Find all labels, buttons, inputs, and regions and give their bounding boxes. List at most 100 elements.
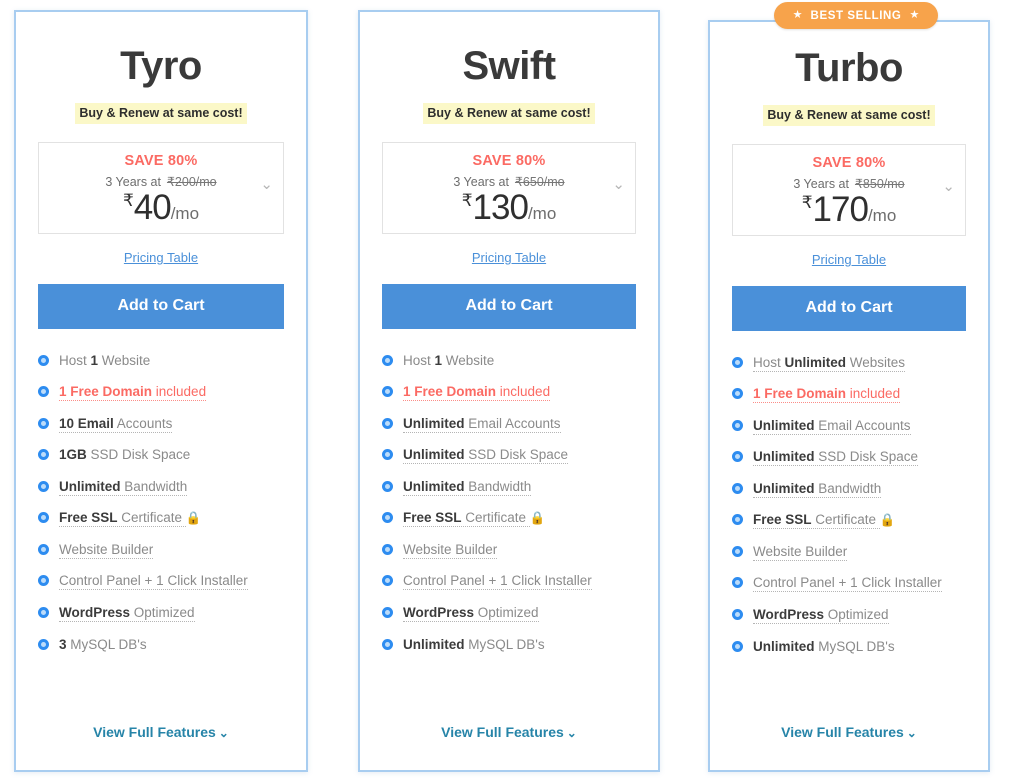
feature-item: Host Unlimited Websites — [732, 354, 966, 372]
chevron-down-icon: ⌄ — [906, 726, 917, 740]
price-box[interactable]: SAVE 80% 3 Years at ₹650/mo ₹130/mo ⌄ — [382, 141, 636, 234]
tagline-wrap: Buy & Renew at same cost! — [38, 103, 284, 124]
feature-item: Website Builder — [38, 541, 284, 559]
feature-label: Unlimited Email Accounts — [403, 415, 636, 433]
tagline-wrap: Buy & Renew at same cost! — [382, 103, 636, 124]
feature-item: Unlimited Bandwidth — [732, 480, 966, 498]
old-price: ₹850/mo — [854, 176, 905, 191]
price-amount: 170 — [812, 189, 869, 229]
feature-item: 3 MySQL DB's — [38, 637, 284, 653]
view-full-features-link[interactable]: View Full Features ⌄ — [360, 724, 658, 740]
feature-item: 10 Email Accounts — [38, 415, 284, 433]
feature-text: 1 Free Domain included — [753, 386, 901, 404]
feature-highlight: Unlimited — [403, 636, 465, 652]
feature-item: Unlimited SSD Disk Space — [382, 447, 636, 465]
view-full-features-link[interactable]: View Full Features ⌄ — [16, 724, 306, 740]
pricing-link-wrap: Pricing Table — [382, 249, 636, 267]
term-prefix: 3 Years at — [105, 174, 161, 189]
feature-list: Host 1 Website 1 Free Domain included Unli… — [382, 353, 636, 652]
pricing-table-link[interactable]: Pricing Table — [124, 250, 198, 265]
feature-highlight: Unlimited — [403, 478, 465, 494]
bullet-icon — [732, 451, 743, 463]
feature-text: Unlimited Bandwidth — [753, 480, 882, 498]
best-selling-label: BEST SELLING — [810, 9, 902, 22]
current-price: ₹130/mo — [383, 190, 635, 225]
bullet-icon — [732, 388, 743, 400]
bullet-icon — [38, 512, 49, 524]
feature-text: Host 1 Website — [59, 352, 151, 368]
price-box[interactable]: SAVE 80% 3 Years at ₹850/mo ₹170/mo ⌄ — [732, 143, 966, 236]
bullet-icon — [382, 543, 393, 555]
price-period: /mo — [867, 205, 897, 225]
feature-item: Free SSL Certificate 🔒 — [38, 510, 284, 528]
feature-label: Host 1 Website — [403, 353, 636, 369]
feature-highlight: Unlimited — [403, 447, 465, 463]
feature-text: Free SSL Certificate — [753, 512, 880, 530]
old-price: ₹200/mo — [166, 174, 217, 189]
feature-item: Unlimited Bandwidth — [38, 478, 284, 496]
plan-title: Tyro — [120, 44, 202, 88]
feature-text: 1GB SSD Disk Space — [59, 447, 191, 463]
feature-label: WordPress Optimized — [753, 607, 966, 624]
view-full-features-link[interactable]: View Full Features ⌄ — [710, 724, 988, 740]
feature-highlight: 1 Free Domain — [403, 384, 497, 400]
plan-tagline: Buy & Renew at same cost! — [763, 105, 935, 126]
term-prefix: 3 Years at — [453, 174, 509, 189]
feature-text: Host Unlimited Websites — [753, 354, 906, 372]
add-to-cart-button[interactable]: Add to Cart — [732, 285, 966, 331]
feature-highlight: 1 Free Domain — [753, 386, 847, 402]
pricing-table-link[interactable]: Pricing Table — [472, 250, 546, 265]
feature-label: Control Panel + 1 Click Installer — [403, 573, 636, 591]
feature-label: WordPress Optimized — [59, 605, 284, 622]
feature-highlight: Unlimited — [403, 415, 465, 431]
chevron-down-icon[interactable]: ⌄ — [612, 177, 625, 192]
rupee-symbol: ₹ — [461, 190, 473, 210]
bullet-icon — [382, 354, 393, 366]
feature-text: Website Builder — [753, 543, 848, 561]
feature-item: Host 1 Website — [382, 353, 636, 369]
feature-label: Unlimited Email Accounts — [753, 417, 966, 435]
feature-text: Control Panel + 1 Click Installer — [403, 573, 592, 591]
bullet-icon — [38, 449, 49, 461]
bullet-icon — [38, 638, 49, 650]
feature-text: Unlimited Email Accounts — [753, 417, 911, 435]
save-label: SAVE 80% — [472, 152, 546, 169]
term-label: 3 Years at ₹850/mo — [733, 176, 965, 191]
bullet-icon — [732, 577, 743, 589]
rupee-symbol: ₹ — [801, 192, 813, 212]
feature-item: Unlimited Email Accounts — [382, 415, 636, 433]
feature-text: Unlimited MySQL DB's — [403, 636, 545, 652]
plan-title: Swift — [462, 44, 556, 88]
feature-label: Unlimited MySQL DB's — [403, 637, 636, 653]
bullet-icon — [732, 482, 743, 494]
feature-label: 1 Free Domain included — [753, 386, 966, 404]
view-full-features-label: View Full Features — [781, 724, 904, 740]
feature-label: 1 Free Domain included — [403, 384, 636, 402]
plan-card-turbo: Turbo Buy & Renew at same cost! SAVE 80%… — [708, 20, 990, 772]
feature-item: WordPress Optimized — [382, 605, 636, 622]
feature-item: Unlimited SSD Disk Space — [732, 449, 966, 467]
plan-card-swift: Swift Buy & Renew at same cost! SAVE 80%… — [358, 10, 660, 772]
feature-highlight: 1 Free Domain — [59, 384, 153, 400]
bullet-icon — [382, 512, 393, 524]
feature-highlight: WordPress — [753, 607, 825, 622]
feature-highlight: 1 — [434, 352, 443, 368]
chevron-down-icon[interactable]: ⌄ — [260, 177, 273, 192]
add-to-cart-button[interactable]: Add to Cart — [382, 283, 636, 329]
feature-highlight: 1GB — [59, 447, 87, 463]
feature-highlight: WordPress — [59, 605, 131, 620]
feature-label: 1GB SSD Disk Space — [59, 447, 284, 463]
chevron-down-icon[interactable]: ⌄ — [942, 179, 955, 194]
add-to-cart-button[interactable]: Add to Cart — [38, 283, 284, 329]
feature-item: Control Panel + 1 Click Installer — [732, 575, 966, 593]
pricing-link-wrap: Pricing Table — [38, 249, 284, 267]
bullet-icon — [382, 575, 393, 587]
pricing-table-link[interactable]: Pricing Table — [812, 252, 886, 267]
plan-card-tyro: Tyro Buy & Renew at same cost! SAVE 80% … — [14, 10, 308, 772]
feature-text: Host 1 Website — [403, 352, 495, 368]
feature-item: Free SSL Certificate 🔒 — [732, 512, 966, 530]
feature-label: WordPress Optimized — [403, 605, 636, 622]
price-box[interactable]: SAVE 80% 3 Years at ₹200/mo ₹40/mo ⌄ — [38, 141, 284, 234]
feature-label: Website Builder — [59, 541, 284, 559]
feature-item: Control Panel + 1 Click Installer — [382, 573, 636, 591]
